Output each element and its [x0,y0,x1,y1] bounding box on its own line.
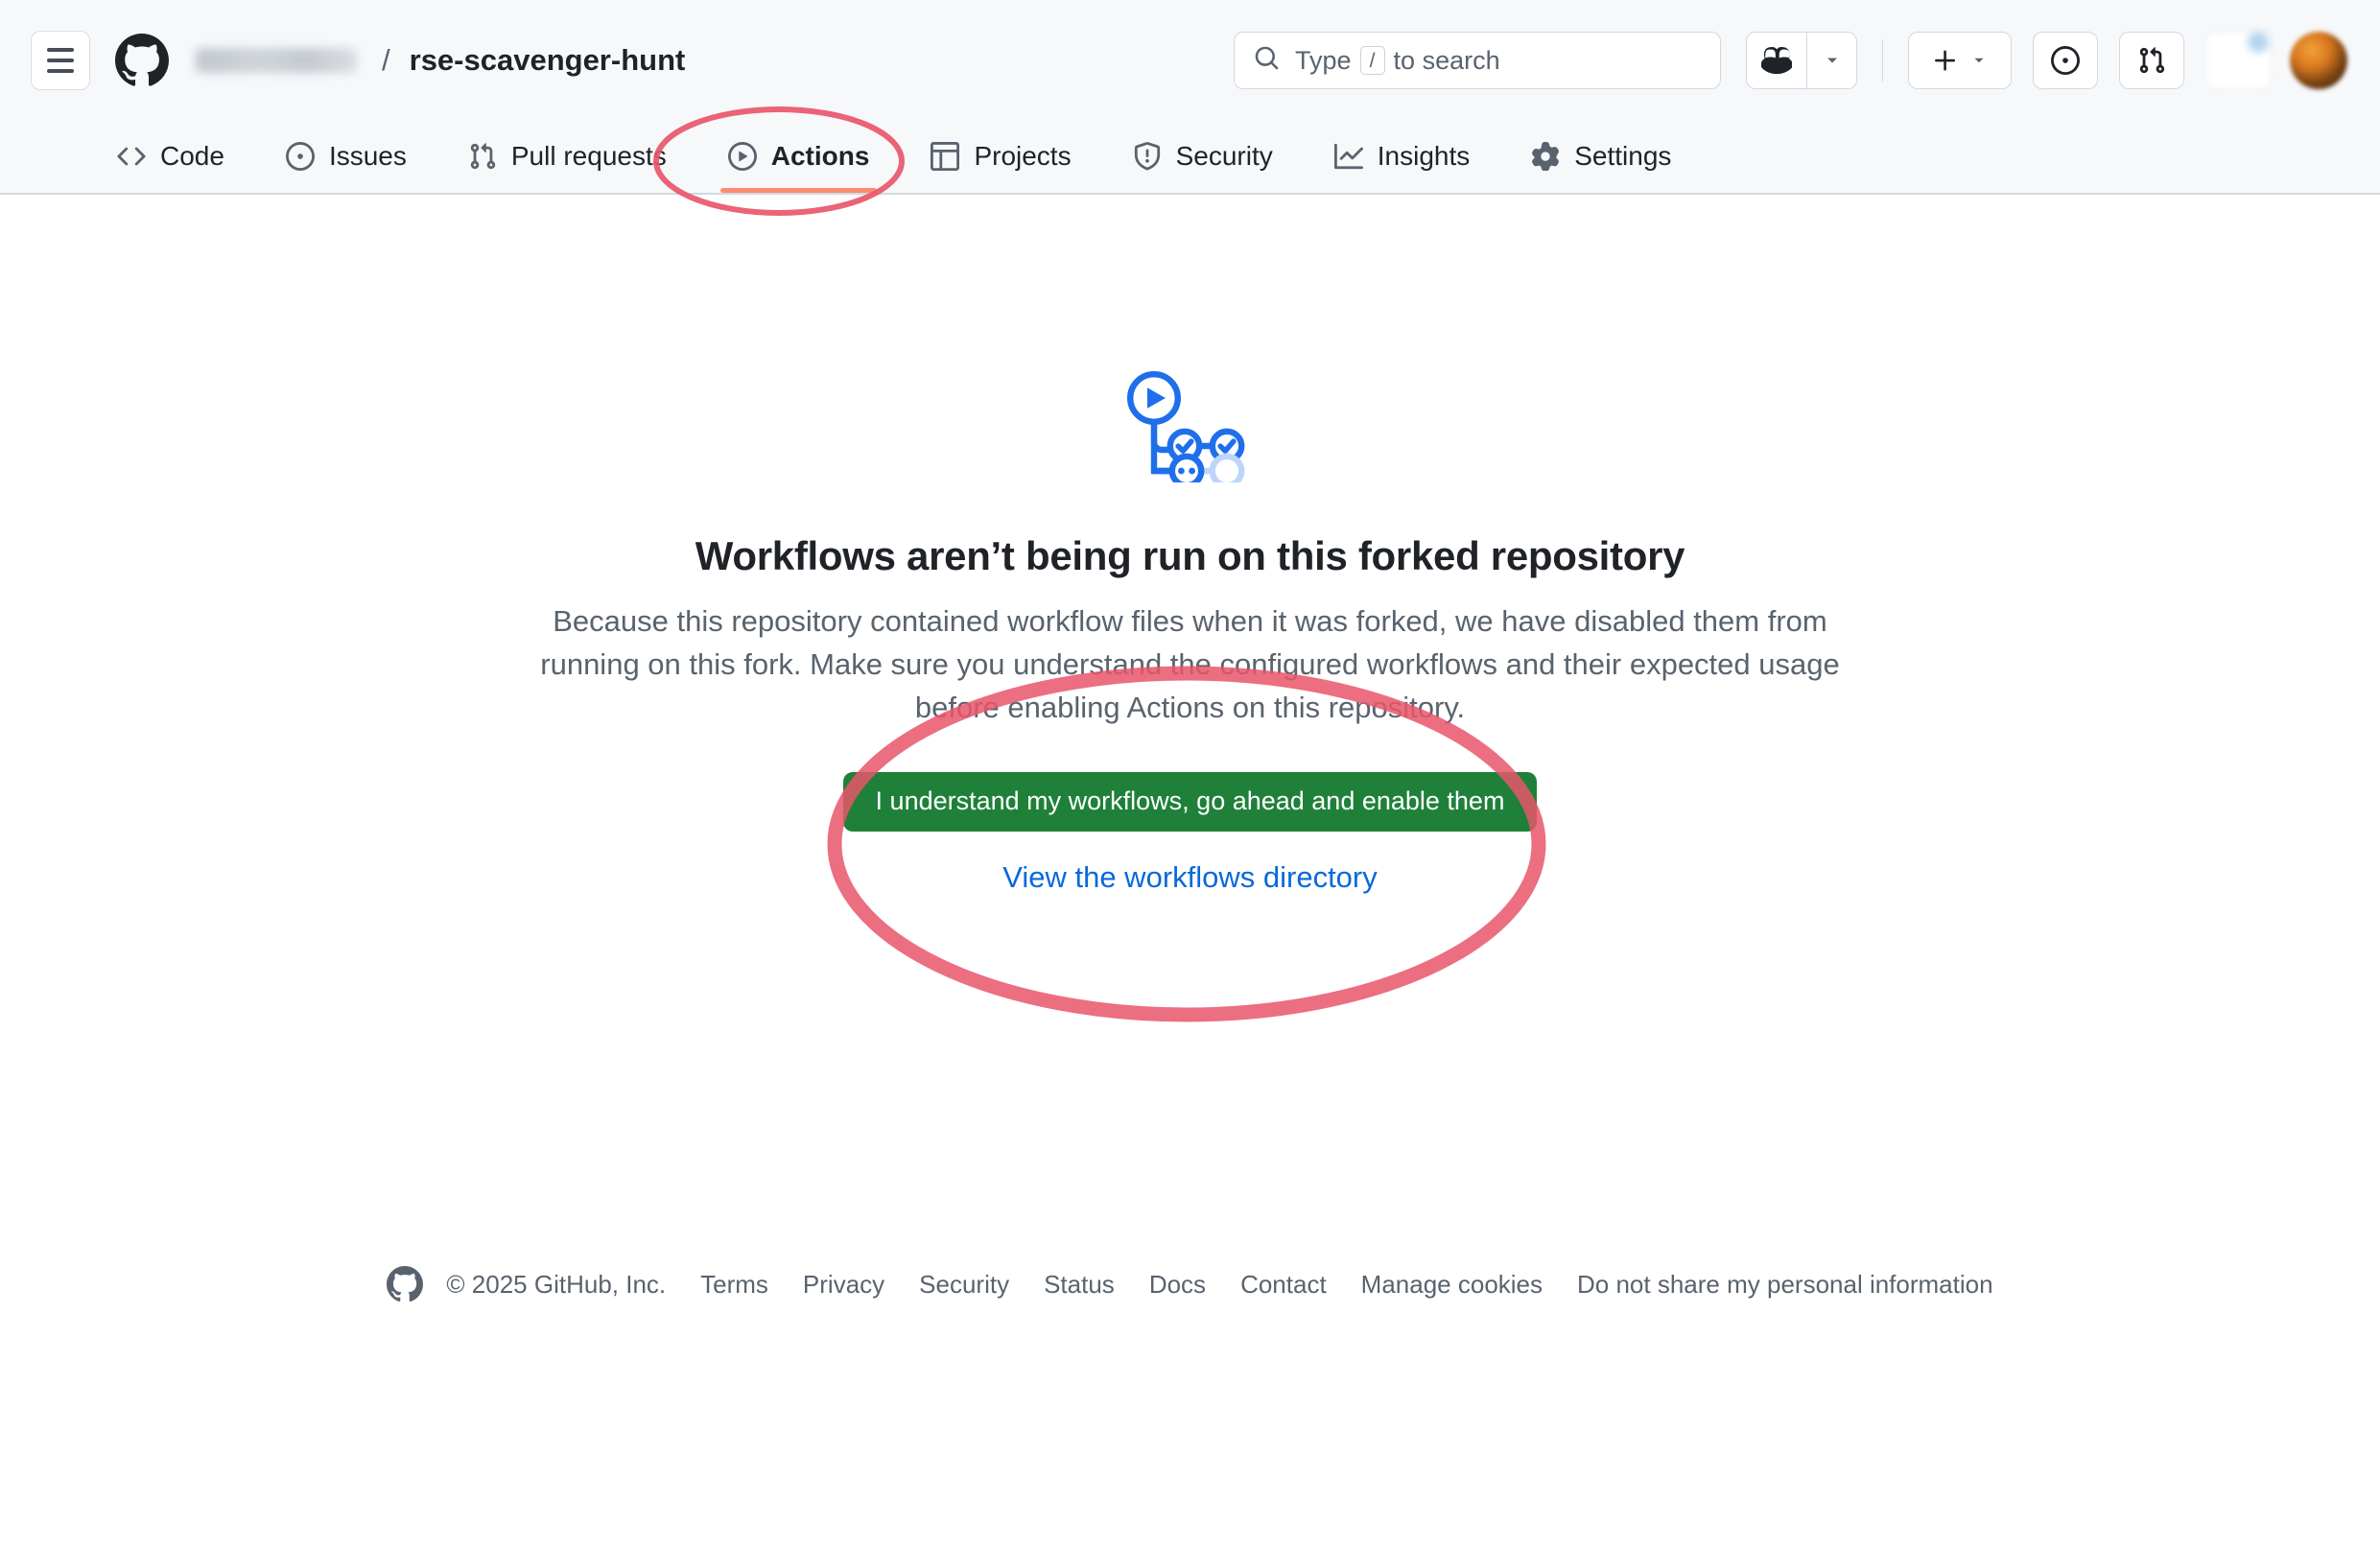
repo-nav-item-pull-requests[interactable]: Pull requests [447,121,688,191]
search-placeholder-prefix: Type [1295,45,1352,75]
issues-button[interactable] [2033,32,2098,89]
repo-nav-label: Code [160,140,224,171]
git-pull-request-icon [468,142,497,171]
footer: © 2025 GitHub, Inc. Terms Privacy Securi… [0,1266,2380,1302]
repo-nav-item-insights[interactable]: Insights [1313,121,1492,191]
notifications-button[interactable] [2205,32,2271,89]
page-description: Because this repository contained workfl… [540,604,1840,724]
header-actions: Type / to search [1234,32,2347,89]
footer-github-logo-icon [387,1266,424,1302]
menu-bar [47,69,74,73]
repo-nav-item-issues[interactable]: Issues [265,121,428,191]
footer-link-terms[interactable]: Terms [700,1270,768,1300]
repo-nav-item-projects[interactable]: Projects [909,121,1092,191]
repo-nav: Code Issues Pull requests Actions Projec… [0,121,2380,195]
search-placeholder: Type / to search [1295,46,1500,76]
repo-nav-label: Issues [328,140,407,171]
copilot-icon[interactable] [1747,33,1806,88]
issue-opened-icon [285,141,315,171]
shield-icon [1133,141,1162,171]
menu-icon[interactable] [31,31,90,90]
repo-nav-label: Security [1175,140,1273,171]
actions-workflow-illustration-icon [1123,369,1258,489]
footer-copyright: © 2025 GitHub, Inc. [446,1269,667,1299]
header-divider [1882,39,1883,82]
repo-nav-item-actions[interactable]: Actions [707,121,891,193]
repo-nav-label: Projects [974,140,1072,171]
notification-indicator-dot [2248,32,2269,53]
search-slash-key: / [1359,46,1385,75]
graph-icon [1333,142,1363,171]
breadcrumb-separator: / [382,43,390,77]
create-new-button[interactable] [1908,32,2012,89]
avatar[interactable] [2290,32,2347,89]
repo-nav-item-settings[interactable]: Settings [1510,121,1692,191]
page-title: Workflows aren’t being run on this forke… [695,533,1685,578]
repo-owner-name[interactable] [196,48,357,73]
footer-link-docs[interactable]: Docs [1149,1270,1206,1300]
create-new-chevron-down-icon [1974,58,1984,63]
menu-bar [47,48,74,52]
copilot-chevron-down-icon[interactable] [1806,33,1856,88]
footer-link-security[interactable]: Security [919,1270,1009,1300]
pull-requests-button[interactable] [2119,32,2184,89]
github-logo-icon[interactable] [115,34,169,87]
play-circle-icon [727,141,757,171]
menu-bar [47,59,74,62]
copilot-button-group [1746,32,1857,89]
global-header: / rse-scavenger-hunt Type / to search [0,0,2380,121]
footer-link-manage-cookies[interactable]: Manage cookies [1361,1270,1543,1300]
actions-blankslate: Workflows aren’t being run on this forke… [0,195,2380,895]
repo-nav-label: Pull requests [510,140,667,171]
footer-link-privacy[interactable]: Privacy [803,1270,884,1300]
repo-nav-label: Insights [1377,140,1471,171]
table-icon [931,141,960,171]
repo-nav-item-code[interactable]: Code [96,121,246,191]
repo-name-link[interactable]: rse-scavenger-hunt [410,43,686,78]
search-icon [1254,45,1280,76]
github-actions-page: / rse-scavenger-hunt Type / to search Co… [0,0,2380,1548]
code-icon [117,142,146,171]
footer-link-do-not-share[interactable]: Do not share my personal information [1577,1270,1993,1300]
footer-link-status[interactable]: Status [1044,1270,1115,1300]
enable-workflows-button[interactable]: I understand my workflows, go ahead and … [842,771,1538,832]
view-workflows-directory-link[interactable]: View the workflows directory [1002,860,1378,895]
repo-nav-label: Actions [770,140,870,171]
search-placeholder-suffix: to search [1393,45,1500,75]
repo-nav-item-security[interactable]: Security [1112,121,1294,191]
repo-nav-label: Settings [1574,140,1672,171]
footer-link-contact[interactable]: Contact [1240,1270,1327,1300]
search-input[interactable]: Type / to search [1234,32,1721,89]
gear-icon [1531,141,1560,171]
